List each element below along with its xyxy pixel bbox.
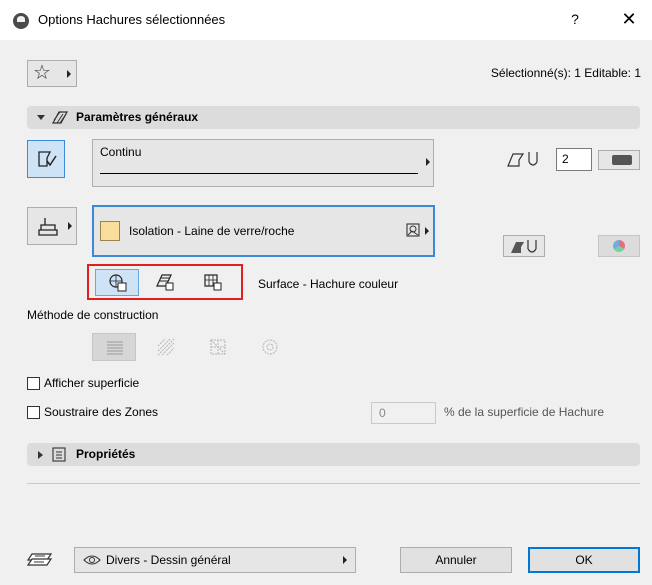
color-wheel-icon [613, 240, 625, 252]
cut-fill-button[interactable] [191, 269, 235, 296]
window-title: Options Hachures sélectionnées [38, 12, 226, 27]
expand-right-icon [38, 451, 43, 459]
pattern-picture-icon [406, 223, 420, 237]
title-bar: Options Hachures sélectionnées ? ✕ [0, 0, 652, 40]
cover-fill-icon [109, 274, 127, 292]
cover-fill-button[interactable] [95, 269, 139, 296]
method-grid-button[interactable] [196, 333, 240, 361]
polygon-geometry-button[interactable] [27, 140, 65, 178]
expand-down-icon [37, 115, 45, 120]
favorites-button[interactable]: ☆ [27, 60, 77, 87]
layer-select[interactable]: Divers - Dessin général [74, 547, 356, 573]
line-preview [100, 173, 418, 174]
chevron-right-icon [68, 222, 72, 230]
chevron-right-icon [67, 70, 71, 78]
show-area-checkbox[interactable] [27, 377, 40, 390]
cancel-button[interactable]: Annuler [400, 547, 512, 573]
layer-icon [27, 553, 53, 566]
solid-lines-icon [107, 341, 123, 355]
chevron-right-icon [425, 227, 429, 235]
divider [27, 483, 640, 484]
chevron-right-icon [426, 158, 430, 166]
polygon-check-icon [38, 151, 57, 167]
contour-pen-input[interactable]: 2 [556, 148, 592, 171]
pen-color-swatch [612, 155, 632, 165]
star-icon: ☆ [33, 62, 51, 84]
properties-icon [52, 447, 66, 462]
fill-pattern-name: Isolation - Laine de verre/roche [129, 224, 295, 238]
section-title: Propriétés [76, 447, 136, 461]
close-button[interactable]: ✕ [616, 7, 642, 31]
subtract-zones-label: Soustraire des Zones [44, 405, 159, 419]
selection-info: Sélectionné(s): 1 Editable: 1 [490, 66, 641, 80]
eye-icon [83, 555, 101, 565]
method-radial-button[interactable] [248, 333, 292, 361]
chevron-right-icon [343, 556, 347, 564]
paint-bucket-icon [38, 218, 58, 236]
show-area-label: Afficher superficie [44, 376, 140, 390]
ok-button[interactable]: OK [528, 547, 640, 573]
layer-name: Divers - Dessin général [106, 553, 231, 567]
subtract-percent-input[interactable]: 0 [371, 402, 436, 424]
section-title: Paramètres généraux [76, 110, 199, 124]
general-settings-header[interactable]: Paramètres généraux [27, 106, 640, 129]
line-type-select[interactable]: Continu [92, 139, 434, 187]
app-logo-icon [13, 13, 29, 29]
help-button[interactable]: ? [565, 9, 585, 29]
background-pen-swatch[interactable] [598, 235, 640, 257]
drafting-fill-button[interactable] [143, 269, 187, 296]
fill-pattern-select[interactable]: Isolation - Laine de verre/roche [92, 205, 435, 257]
subtract-percent-label: % de la superficie de Hachure [444, 405, 605, 419]
cut-fill-icon [204, 274, 222, 291]
properties-header[interactable]: Propriétés [27, 443, 640, 466]
diagonal-hatch-icon [157, 338, 175, 356]
line-type-value: Continu [100, 145, 142, 159]
contour-pen-icon [507, 152, 538, 167]
fill-pattern-tool-button[interactable] [27, 207, 77, 245]
contour-pen-swatch[interactable] [598, 150, 640, 170]
grid-hatch-icon [210, 339, 226, 355]
drafting-fill-icon [156, 274, 174, 291]
fill-color-swatch [100, 221, 120, 241]
fill-category-label: Surface - Hachure couleur [258, 277, 399, 291]
construction-method-label: Méthode de construction [27, 308, 159, 322]
radial-hatch-icon [262, 339, 278, 355]
subtract-zones-checkbox[interactable] [27, 406, 40, 419]
method-diagonal-button[interactable] [144, 333, 188, 361]
background-pen-button[interactable] [503, 235, 545, 257]
hatch-settings-icon [51, 111, 69, 124]
method-solid-button[interactable] [92, 333, 136, 361]
background-pen-icon [511, 240, 537, 253]
